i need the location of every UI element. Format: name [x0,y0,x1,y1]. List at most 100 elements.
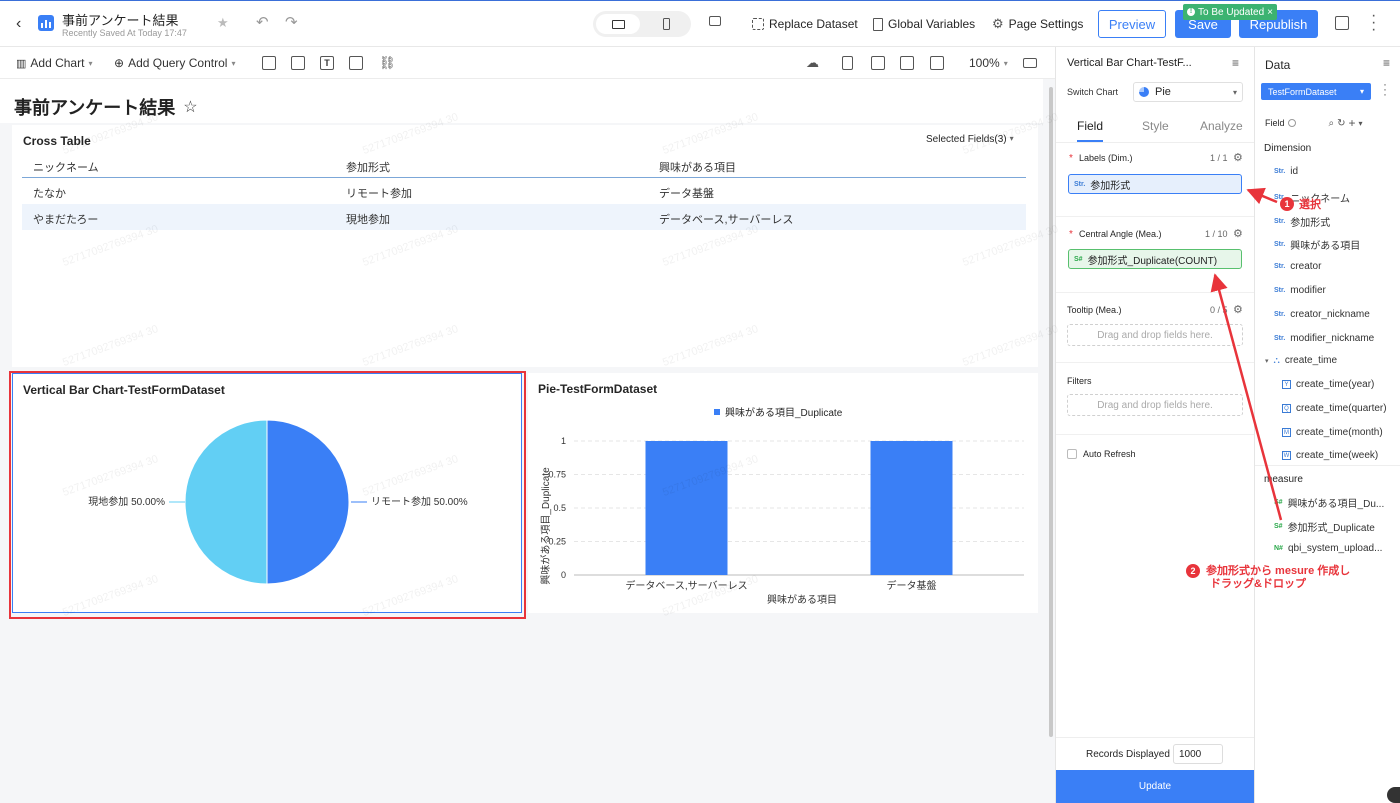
tab-field[interactable]: Field [1077,119,1103,133]
config-chart-name[interactable]: Vertical Bar Chart-TestF... [1067,57,1192,69]
search-icon[interactable]: ⌕ [1329,118,1335,129]
chevron-down-icon[interactable]: ▾ [1359,119,1363,128]
dataset-select[interactable]: TestFormDataset ▾ [1261,83,1371,100]
tooltip-dropzone[interactable]: Drag and drop fields here. [1067,324,1243,346]
list-icon[interactable]: ≡ [1383,56,1390,70]
settings-icon[interactable]: ⚙ [1233,303,1243,316]
more-menu-icon[interactable]: · · · [1371,8,1376,38]
tab-style[interactable]: Style [1142,119,1169,133]
tab-component-button[interactable] [262,47,276,79]
field-item[interactable]: Ycreate_time(year) [1282,379,1374,390]
clear-button[interactable] [900,47,914,79]
report-button[interactable] [842,47,853,79]
bar[interactable] [870,441,953,575]
ranking-component-button[interactable] [291,47,305,79]
field-item[interactable]: Str. creator [1274,261,1321,272]
filters-dropzone[interactable]: Drag and drop fields here. [1067,394,1243,416]
labels-count: 1 / 1 [1210,153,1228,163]
central-angle-field-pill[interactable]: S# 参加形式_Duplicate(COUNT) [1068,249,1242,269]
bar[interactable] [645,441,728,575]
list-icon[interactable]: ≡ [1232,56,1239,70]
string-type-icon: Str. [1274,217,1286,225]
add-icon[interactable]: + [1349,116,1356,130]
config-tabs: Field Style Analyze [1056,113,1254,143]
field-item[interactable]: Str. 興味がある項目 [1274,237,1360,252]
table-row[interactable]: たなか リモート参加 データ基盤 [22,178,1026,204]
text-icon: T [320,56,334,70]
column-header[interactable]: 参加形式 [346,159,390,175]
auto-refresh-checkbox[interactable] [1067,449,1077,459]
labels-section: * Labels (Dim.) 1 / 1 ⚙ Str. 参加形式 [1056,145,1254,217]
text-component-button[interactable]: T [320,47,334,79]
measure-item[interactable]: S# 参加形式_Duplicate [1274,519,1375,534]
refresh-data-button[interactable]: ☁ [806,47,819,79]
check-button[interactable] [930,47,944,79]
image-icon [349,56,363,70]
x-axis-label: 興味がある項目 [767,593,837,606]
global-variables-button[interactable]: Global Variables [873,17,975,31]
pie-chart-icon [1139,87,1149,97]
measure-type-icon: N# [1274,544,1283,552]
star-icon[interactable]: ★ [217,15,229,31]
external-link-icon[interactable] [1335,16,1349,30]
refresh-icon[interactable]: ↻ [1337,118,1345,129]
mobile-mode-button[interactable] [651,14,681,34]
bar-chart-card[interactable]: Pie-TestFormDataset 興味がある項目_Duplicate 興味… [528,373,1038,613]
document-icon [842,56,853,70]
building-button[interactable] [871,47,885,79]
field-item[interactable]: Qcreate_time(quarter) [1282,403,1387,414]
column-header[interactable]: 興味がある項目 [659,159,736,175]
measure-item[interactable]: N# qbi_system_upload... [1274,543,1382,554]
add-chart-button[interactable]: ▥ Add Chart ▾ [16,47,92,79]
tab-analyze[interactable]: Analyze [1200,119,1243,133]
dashboard-title[interactable]: 事前アンケート結果 [62,10,178,29]
replace-dataset-button[interactable]: Replace Dataset [752,17,858,31]
undo-icon[interactable]: ↶ [256,13,269,31]
labels-title: Labels (Dim.) [1079,153,1133,163]
field-item[interactable]: Wcreate_time(week) [1282,450,1378,461]
cross-table-card[interactable]: Cross Table Selected Fields(3) ▾ ニックネーム … [12,125,1038,367]
link-component-button[interactable]: ⛓ [379,47,396,79]
settings-icon[interactable]: ⚙ [1233,227,1243,240]
desktop-mode-button[interactable] [596,14,640,34]
lock-icon[interactable] [709,16,721,26]
labels-field-pill[interactable]: Str. 参加形式 [1068,174,1242,194]
page-title-text: 事前アンケート結果 [14,98,176,118]
field-item[interactable]: Str. 参加形式 [1274,214,1330,229]
auto-refresh-option[interactable]: Auto Refresh [1067,449,1136,459]
add-query-control-button[interactable]: ⊕ Add Query Control ▾ [114,47,235,79]
field-item[interactable]: Mcreate_time(month) [1282,427,1383,438]
field-item[interactable]: Str. creator_nickname [1274,309,1370,320]
update-button[interactable]: Update [1056,770,1254,803]
page-settings-button[interactable]: ⚙ Page Settings [992,17,1083,31]
selected-fields-dropdown[interactable]: Selected Fields(3) ▾ [926,134,1014,145]
canvas-scrollbar[interactable] [1049,87,1053,737]
redo-icon[interactable]: ↷ [285,13,298,31]
field-toolbar: Field ⌕ ↻ + ▾ [1265,116,1395,130]
field-item[interactable]: Str. modifier [1274,285,1326,296]
close-icon[interactable]: × [1267,7,1273,18]
field-item[interactable]: Str. id [1274,166,1298,177]
field-create-time[interactable]: ▾ ⛬ create_time [1265,355,1337,366]
page-title[interactable]: 事前アンケート結果 ☆ [14,94,198,120]
zoom-select[interactable]: 100% ▾ [969,47,1008,79]
back-icon[interactable]: ‹ [16,15,21,33]
layout-button[interactable] [1023,47,1037,79]
replace-dataset-label: Replace Dataset [769,17,858,31]
star-outline-icon[interactable]: ☆ [183,97,197,117]
table-row[interactable]: やまだたろー 現地参加 データベース,サーバーレス [22,204,1026,230]
date-granularity-icon: W [1282,451,1291,461]
settings-icon[interactable]: ⚙ [1233,151,1243,164]
field-label: create_time [1284,355,1338,366]
measure-item[interactable]: S# 興味がある項目_Du... [1274,495,1384,510]
image-component-button[interactable] [349,47,363,79]
records-displayed-input[interactable]: 1000 [1173,744,1223,764]
column-header[interactable]: ニックネーム [33,159,99,175]
more-icon[interactable]: · · · [1383,78,1387,100]
switch-chart-value: Pie [1155,86,1171,98]
field-item[interactable]: Str. modifier_nickname [1274,333,1374,344]
panel-scrollbar[interactable] [1387,787,1400,803]
expand-icon[interactable]: ▾ [1265,357,1269,365]
preview-button[interactable]: Preview [1098,10,1166,38]
switch-chart-select[interactable]: Pie ▾ [1133,82,1243,102]
